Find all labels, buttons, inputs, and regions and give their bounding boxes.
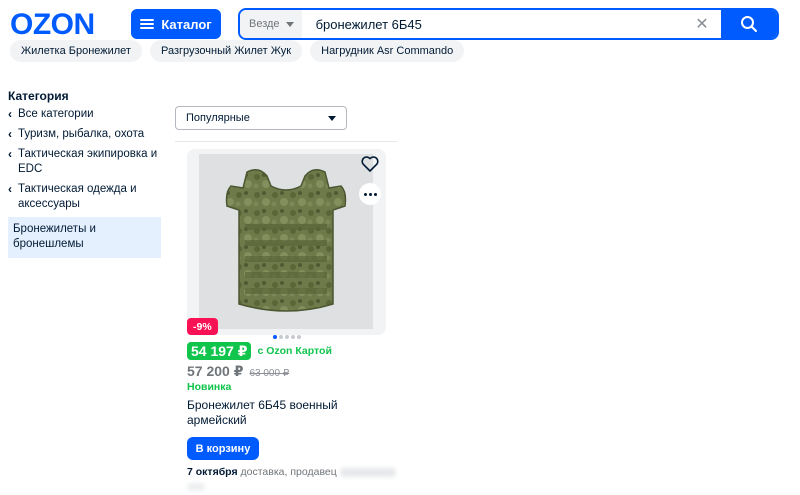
category-item-label: Тактическая экипировка и EDC (18, 148, 158, 175)
category-item-selected[interactable]: Бронежилеты и бронешлемы (8, 217, 161, 258)
vest-image (225, 169, 347, 312)
pager-dot[interactable] (285, 335, 289, 339)
category-item-all[interactable]: ‹ Все категории (8, 107, 161, 122)
product-image[interactable] (187, 149, 386, 335)
sort-select-label: Популярные (186, 112, 250, 124)
catalog-button[interactable]: Каталог (131, 9, 221, 39)
image-pager[interactable] (273, 335, 301, 339)
seller-name-blurred (187, 483, 205, 491)
category-item-tourism[interactable]: ‹ Туризм, рыбалка, охота (8, 127, 161, 142)
pager-dot[interactable] (279, 335, 283, 339)
chip[interactable]: Нагрудник Asr Commando (310, 40, 465, 62)
category-item-label: Туризм, рыбалка, охота (18, 128, 145, 140)
search-button[interactable] (721, 10, 777, 38)
delivery-text: доставка, продавец (240, 466, 337, 478)
chevron-left-icon: ‹ (8, 182, 12, 196)
chip[interactable]: Разгрузочный Жилет Жук (149, 40, 303, 62)
search-scope-select[interactable]: Везде (240, 10, 302, 38)
delivery-date: 7 октября (187, 466, 238, 478)
chevron-down-icon (285, 21, 294, 27)
delivery-info: 7 октября доставка, продавец (187, 465, 397, 491)
divider (175, 141, 397, 142)
product-image-bg (199, 154, 373, 329)
pager-dot[interactable] (273, 335, 277, 339)
category-list: ‹ Все категории ‹ Туризм, рыбалка, охота… (8, 107, 161, 258)
clear-icon[interactable]: ✕ (691, 13, 713, 35)
pager-dot[interactable] (291, 335, 295, 339)
search-input[interactable] (301, 16, 691, 32)
search-scope-label: Везде (249, 18, 280, 30)
card-price-row: 54 197 ₽ с Ozon Картой (187, 342, 332, 360)
more-icon[interactable] (359, 183, 381, 205)
ozon-logo[interactable]: OZON (10, 8, 95, 42)
current-price: 57 200 ₽ (187, 363, 244, 379)
chevron-left-icon: ‹ (8, 147, 12, 161)
heart-icon[interactable] (360, 154, 380, 174)
category-item-tactical-clothing[interactable]: ‹ Тактическая одежда и аксессуары (8, 182, 161, 212)
search-icon (741, 16, 757, 32)
chip[interactable]: Жилетка Бронежилет (10, 40, 142, 62)
ozon-card-note: с Ozon Картой (257, 345, 332, 357)
sort-select[interactable]: Популярные (175, 106, 347, 130)
category-title: Категория (8, 89, 69, 103)
category-item-label: Все категории (18, 108, 94, 120)
add-to-cart-button[interactable]: В корзину (187, 437, 259, 460)
catalog-button-label: Каталог (161, 16, 212, 32)
price-row: 57 200 ₽ 63 000 ₽ (187, 363, 289, 380)
discount-badge: -9% (187, 318, 218, 335)
chevron-left-icon: ‹ (8, 127, 12, 141)
seller-name-blurred (339, 467, 396, 477)
old-price: 63 000 ₽ (249, 368, 290, 379)
catalog-menu-icon (140, 19, 155, 29)
chevron-down-icon (328, 115, 336, 121)
new-badge: Новинка (187, 381, 232, 393)
ozon-card-price: 54 197 ₽ (187, 342, 252, 360)
product-title[interactable]: Бронежилет 6Б45 военный армейский (187, 398, 377, 428)
category-item-tactical-gear[interactable]: ‹ Тактическая экипировка и EDC (8, 147, 161, 177)
pager-dot[interactable] (297, 335, 301, 339)
suggestion-chips: Жилетка Бронежилет Разгрузочный Жилет Жу… (10, 40, 465, 62)
chevron-left-icon: ‹ (8, 107, 12, 121)
search-bar: Везде ✕ (238, 8, 779, 40)
category-item-label: Тактическая одежда и аксессуары (18, 183, 137, 210)
